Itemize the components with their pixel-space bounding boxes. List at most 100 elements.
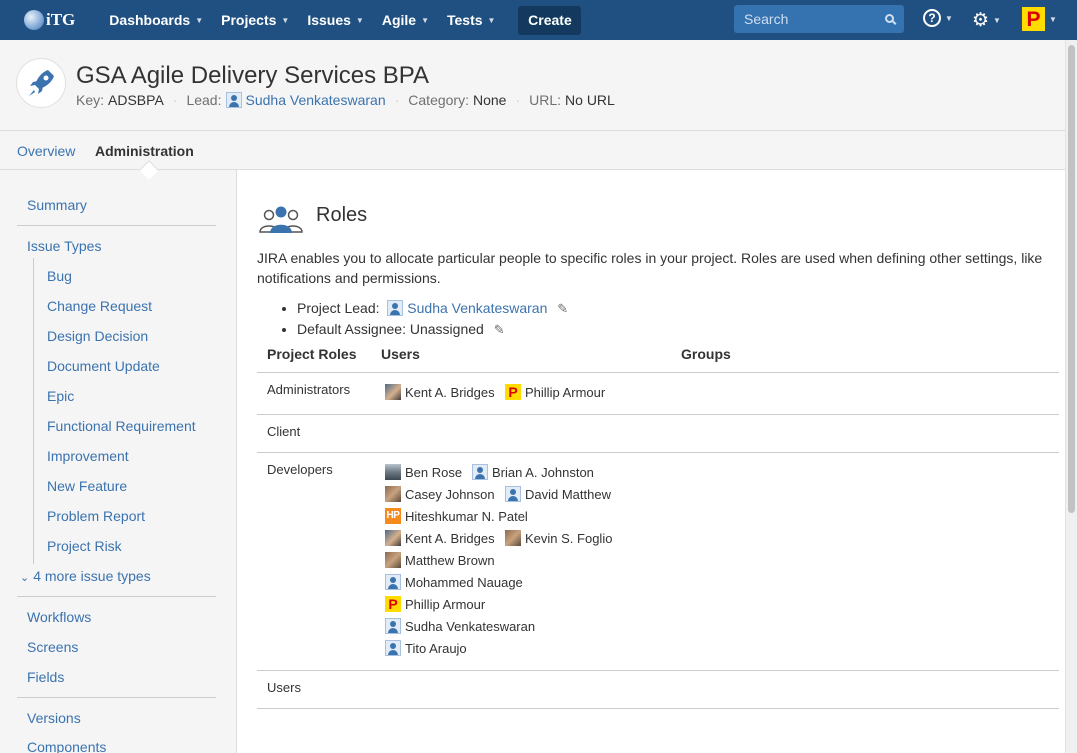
create-button[interactable]: Create <box>518 5 582 35</box>
menu-tests[interactable]: Tests ▼ <box>438 0 504 40</box>
user-chip[interactable]: HP Hiteshkumar N. Patel <box>385 508 528 524</box>
sidebar-item-project-risk[interactable]: Project Risk <box>47 538 122 554</box>
user-chip[interactable]: Kent A. Bridges <box>385 384 495 400</box>
help-icon: ? <box>923 9 941 27</box>
table-divider <box>257 414 1059 415</box>
separator-dot: · <box>515 92 521 108</box>
column-header-project-roles: Project Roles <box>267 346 357 362</box>
divider <box>17 596 216 597</box>
menu-projects[interactable]: Projects ▼ <box>212 0 298 40</box>
edit-pencil-icon[interactable]: ✎ <box>494 320 505 340</box>
default-assignee-item: Default Assignee: Unassigned ✎ <box>297 319 568 340</box>
sidebar-item-summary[interactable]: Summary <box>27 197 87 213</box>
roles-panel: Roles JIRA enables you to allocate parti… <box>237 170 1065 753</box>
chevron-down-icon: ▼ <box>945 13 953 23</box>
chevron-down-icon: ▼ <box>1049 14 1057 24</box>
user-chip[interactable]: P Phillip Armour <box>385 596 485 612</box>
menu-dashboards[interactable]: Dashboards ▼ <box>100 0 212 40</box>
user-name: Brian A. Johnston <box>492 464 594 480</box>
lead-link[interactable]: Sudha Venkateswaran <box>246 92 386 108</box>
chevron-down-icon: ▼ <box>355 15 364 25</box>
user-chip[interactable]: P Phillip Armour <box>505 384 605 400</box>
sidebar-item-components[interactable]: Components <box>27 739 106 753</box>
avatar: P <box>505 384 521 400</box>
user-name: Phillip Armour <box>525 384 606 400</box>
user-chip[interactable]: Kevin S. Foglio <box>505 530 612 546</box>
more-issue-types-toggle[interactable]: ⌄ 4 more issue types <box>20 568 151 584</box>
top-nav-bar: iTG Dashboards ▼ Projects ▼ Issues ▼ Agile ▼… <box>0 0 1077 40</box>
separator-dot: · <box>394 92 400 108</box>
avatar <box>505 530 521 546</box>
project-lead-link[interactable]: Sudha Venkateswaran <box>407 300 547 316</box>
separator-dot: · <box>172 92 178 108</box>
app-logo[interactable]: iTG <box>24 10 75 30</box>
search-input[interactable]: Search <box>734 5 904 33</box>
user-name: Kent A. Bridges <box>405 384 495 400</box>
role-name-developers: Developers <box>267 462 333 477</box>
avatar: HP <box>385 508 401 524</box>
sidebar-item-new-feature[interactable]: New Feature <box>47 478 127 494</box>
user-profile-menu[interactable]: P ▼ <box>1022 7 1057 31</box>
scrollbar-thumb[interactable] <box>1068 45 1075 513</box>
divider <box>17 697 216 698</box>
sidebar-item-change-request[interactable]: Change Request <box>47 298 152 314</box>
avatar <box>505 486 521 502</box>
user-chip[interactable]: Ben Rose <box>385 464 462 480</box>
tab-administration[interactable]: Administration <box>95 143 194 159</box>
project-header: GSA Agile Delivery Services BPA Key: ADS… <box>0 40 1077 130</box>
sidebar-item-bug[interactable]: Bug <box>47 268 72 284</box>
main-menu: Dashboards ▼ Projects ▼ Issues ▼ Agile ▼ Tes… <box>100 0 504 40</box>
settings-menu[interactable]: ⚙ ▼ <box>972 9 1001 32</box>
sidebar-item-improvement[interactable]: Improvement <box>47 448 129 464</box>
user-chip[interactable]: Tito Araujo <box>385 640 467 656</box>
sidebar-item-document-update[interactable]: Document Update <box>47 358 160 374</box>
chevron-down-icon: ▼ <box>993 16 1001 25</box>
menu-issues[interactable]: Issues ▼ <box>298 0 373 40</box>
menu-label: Dashboards <box>109 12 191 28</box>
search-icon[interactable] <box>885 14 894 23</box>
chevron-down-icon: ▼ <box>195 15 204 25</box>
roles-intro: JIRA enables you to allocate particular … <box>257 250 1043 286</box>
project-avatar <box>16 58 66 108</box>
rocket-icon <box>29 70 54 96</box>
project-lead-label: Project Lead: <box>297 300 380 316</box>
user-chip[interactable]: Casey Johnson <box>385 486 495 502</box>
user-name: Casey Johnson <box>405 486 495 502</box>
user-chip[interactable]: Matthew Brown <box>385 552 495 568</box>
user-chip[interactable]: Mohammed Nauage <box>385 574 523 590</box>
page-scrollbar[interactable] <box>1065 40 1077 753</box>
more-issue-types-label: 4 more issue types <box>33 568 151 584</box>
role-name-administrators: Administrators <box>267 382 351 397</box>
avatar <box>385 574 401 590</box>
sidebar-item-versions[interactable]: Versions <box>27 710 81 726</box>
sidebar-item-epic[interactable]: Epic <box>47 388 74 404</box>
avatar <box>385 530 401 546</box>
user-chip[interactable]: Sudha Venkateswaran <box>385 618 535 634</box>
user-chip[interactable]: David Matthew <box>505 486 611 502</box>
roles-defaults: Project Lead: Sudha Venkateswaran ✎ Defa… <box>297 298 568 340</box>
menu-agile[interactable]: Agile ▼ <box>373 0 438 40</box>
project-tabs: Overview Administration <box>0 130 1077 170</box>
category-label: Category: <box>408 92 469 108</box>
sidebar-item-design-decision[interactable]: Design Decision <box>47 328 148 344</box>
avatar: P <box>1022 7 1045 31</box>
sidebar-item-issue-types[interactable]: Issue Types <box>27 238 101 254</box>
user-chip[interactable]: Kent A. Bridges <box>385 530 495 546</box>
user-chip[interactable]: Brian A. Johnston <box>472 464 594 480</box>
help-menu[interactable]: ? ▼ <box>923 9 953 27</box>
sidebar-item-functional-requirement[interactable]: Functional Requirement <box>47 418 196 434</box>
url-value: No URL <box>565 92 615 108</box>
role-name-client: Client <box>267 424 301 439</box>
tab-overview[interactable]: Overview <box>17 143 75 159</box>
sidebar-item-screens[interactable]: Screens <box>27 639 78 655</box>
sidebar-item-fields[interactable]: Fields <box>27 669 64 685</box>
avatar <box>385 384 401 400</box>
menu-label: Agile <box>381 12 417 28</box>
user-name: Kevin S. Foglio <box>525 530 613 546</box>
sidebar-item-problem-report[interactable]: Problem Report <box>47 508 145 524</box>
sidebar-item-workflows[interactable]: Workflows <box>27 609 91 625</box>
project-meta: Key: ADSBPA · Lead: Sudha Venkateswaran … <box>76 92 615 108</box>
avatar: P <box>385 596 401 612</box>
edit-pencil-icon[interactable]: ✎ <box>557 299 568 319</box>
user-name: Kent A. Bridges <box>405 530 495 546</box>
